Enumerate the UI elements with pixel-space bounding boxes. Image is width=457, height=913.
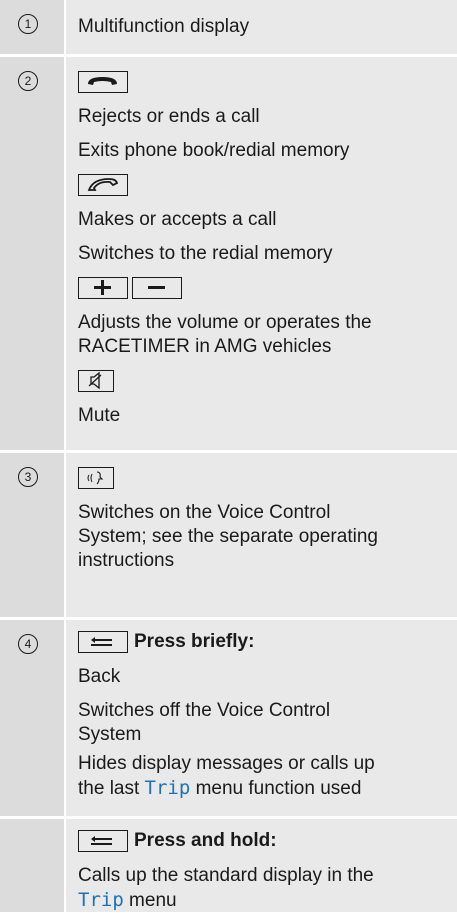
end-call-icon <box>78 70 128 93</box>
end-call-key-row <box>78 65 449 100</box>
back-press-hold-row: Press and hold: <box>78 823 277 859</box>
row-2: 2 Rejects or ends a call Exits phone boo… <box>0 57 457 453</box>
multifunction-display-text: Multifunction display <box>78 16 250 37</box>
accept-call-key-row <box>78 168 449 203</box>
row-2-body: Rejects or ends a call Exits phone book/… <box>66 57 457 450</box>
standard-display-post: menu <box>123 890 177 911</box>
voice-line-3: instructions <box>78 550 175 571</box>
row-1-number: 1 <box>18 14 38 34</box>
mute-key-row <box>78 364 449 399</box>
voice-control-icon <box>78 466 114 489</box>
volume-keys-row <box>78 271 449 306</box>
row-5-number-cell <box>0 819 66 912</box>
row-3-body: Switches on the Voice Control System; se… <box>66 453 457 617</box>
accept-call-icon <box>78 173 128 196</box>
switch-off-line-1: Switches off the Voice Control <box>78 700 331 721</box>
standard-display-line-1: Calls up the standard display in the <box>78 865 374 886</box>
row-4-number-cell: 4 <box>0 620 66 816</box>
controls-table: 1 Multifunction display 2 Rejects or end… <box>0 0 457 912</box>
hides-post: menu function used <box>190 778 362 799</box>
back-text: Back <box>78 666 121 687</box>
end-call-line-2: Exits phone book/redial memory <box>78 140 350 161</box>
hides-line-2: the last Trip menu function used <box>78 776 449 801</box>
voice-key-row <box>78 461 449 496</box>
volume-line-1: Adjusts the volume or operates the <box>78 312 372 333</box>
volume-line-2: RACETIMER in AMG vehicles <box>78 336 332 357</box>
press-briefly-label: Press briefly: <box>134 631 255 652</box>
row-4-body: Press briefly: Back Switches off the Voi… <box>66 620 457 816</box>
row-5-body: Press and hold: Calls up the standard di… <box>66 819 457 912</box>
row-4: 4 Press briefly: Back Switches off the V… <box>0 620 457 819</box>
minus-icon <box>132 276 182 299</box>
mute-text: Mute <box>78 405 121 426</box>
row-4-number: 4 <box>18 634 38 654</box>
switch-off-line-2: System <box>78 724 142 745</box>
press-and-hold-label: Press and hold: <box>134 830 277 851</box>
back-press-briefly-row: Press briefly: <box>78 624 254 660</box>
trip-menu-term: Trip <box>144 777 191 799</box>
plus-icon <box>78 276 128 299</box>
row-1-number-cell: 1 <box>0 0 66 54</box>
row-5: Press and hold: Calls up the standard di… <box>0 819 457 912</box>
row-1: 1 Multifunction display <box>0 0 457 57</box>
voice-line-2: System; see the separate operating <box>78 526 378 547</box>
row-3-number-cell: 3 <box>0 453 66 617</box>
hides-pre: the last <box>78 778 145 799</box>
back-icon <box>78 631 128 653</box>
voice-line-1: Switches on the Voice Control <box>78 502 331 523</box>
end-call-line-1: Rejects or ends a call <box>78 106 260 127</box>
row-3-number: 3 <box>18 467 38 487</box>
back-icon <box>78 830 128 852</box>
row-2-number-cell: 2 <box>0 57 66 450</box>
accept-call-line-1: Makes or accepts a call <box>78 209 277 230</box>
row-2-number: 2 <box>18 71 38 91</box>
trip-menu-term: Trip <box>78 889 124 911</box>
row-1-body: Multifunction display <box>66 0 457 54</box>
standard-display-line-2: Trip menu <box>78 888 449 913</box>
hides-line-1: Hides display messages or calls up <box>78 753 375 774</box>
row-3: 3 Switches on the Voice Control System; … <box>0 453 457 620</box>
accept-call-line-2: Switches to the redial memory <box>78 243 333 264</box>
mute-icon <box>78 369 114 392</box>
